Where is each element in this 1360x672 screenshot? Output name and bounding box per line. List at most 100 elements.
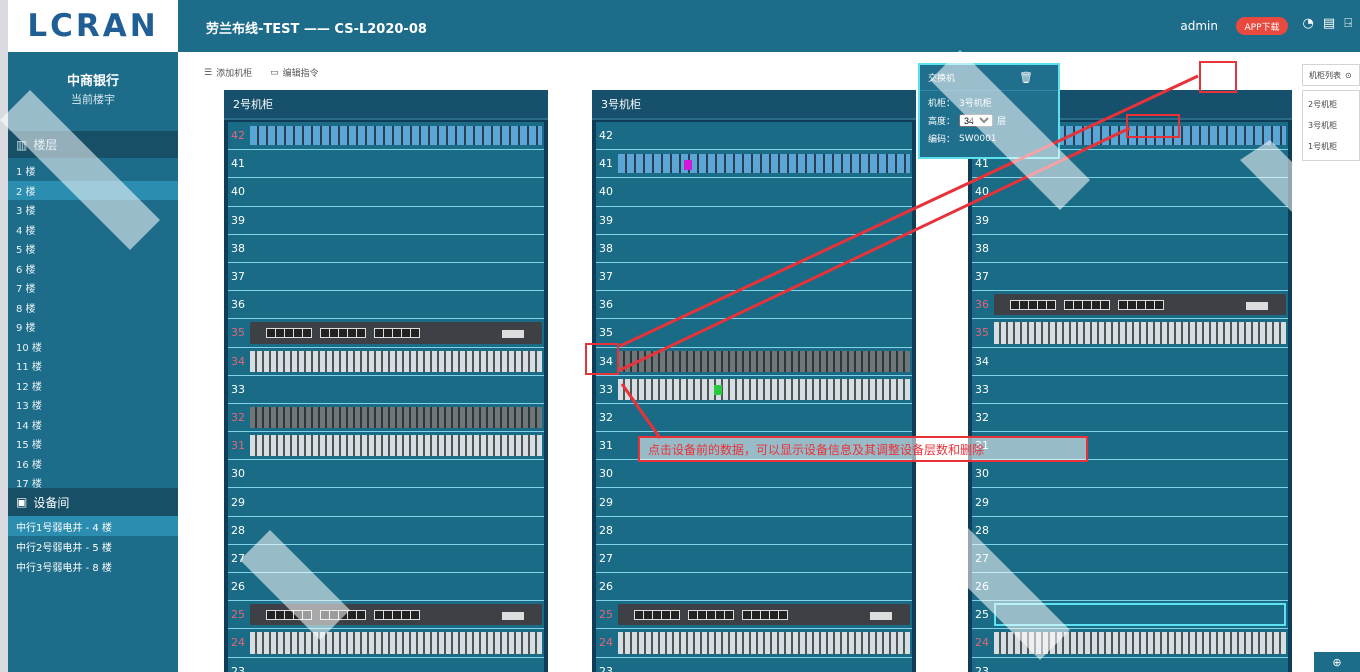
floor-item[interactable]: 15 楼	[8, 434, 178, 454]
rack-slot[interactable]: 37	[596, 262, 912, 292]
slot-number[interactable]: 40	[972, 178, 992, 205]
rack-slot[interactable]: 34	[228, 347, 544, 376]
slot-number[interactable]: 39	[228, 207, 248, 234]
rack-slot[interactable]: 28	[228, 516, 544, 545]
rack-slot[interactable]: 32	[228, 403, 544, 433]
rack-slot[interactable]: 32	[972, 403, 1288, 433]
floor-item[interactable]: 14 楼	[8, 415, 178, 435]
slot-number[interactable]: 32	[228, 404, 248, 431]
rack-slot[interactable]: 23	[228, 657, 544, 672]
slot-number[interactable]: 37	[972, 263, 992, 290]
network-device[interactable]	[618, 604, 910, 626]
rack-slot[interactable]: 30	[228, 460, 544, 489]
active-port[interactable]	[714, 384, 722, 395]
rack-slot[interactable]: 38	[972, 234, 1288, 263]
floor-item[interactable]: 5 楼	[8, 239, 178, 259]
user-name[interactable]: admin	[1180, 19, 1218, 33]
slot-number[interactable]: 34	[972, 348, 992, 375]
switch-device[interactable]	[250, 435, 542, 457]
slot-number[interactable]: 24	[596, 629, 616, 656]
slot-number[interactable]: 30	[972, 460, 992, 487]
slot-number[interactable]: 29	[228, 488, 248, 515]
rack-slot[interactable]: 32	[596, 403, 912, 433]
patch-panel[interactable]	[250, 126, 542, 146]
rack-list-item[interactable]: 3号机柜	[1308, 115, 1354, 136]
rack-slot[interactable]: 29	[596, 488, 912, 517]
slot-number[interactable]: 35	[972, 319, 992, 346]
rack-slot[interactable]: 38	[228, 234, 544, 263]
rack-slot[interactable]: 29	[228, 488, 544, 517]
document-icon[interactable]: ▤	[1323, 16, 1335, 31]
slot-number[interactable]: 23	[972, 658, 992, 672]
floor-item[interactable]: 3 楼	[8, 200, 178, 220]
rack-slot[interactable]: 42	[228, 122, 544, 151]
floor-item[interactable]: 16 楼	[8, 454, 178, 474]
floor-item[interactable]: 17 楼	[8, 473, 178, 488]
slot-number[interactable]: 29	[596, 488, 616, 515]
floor-item[interactable]: 6 楼	[8, 259, 178, 279]
switch-device[interactable]	[250, 350, 542, 372]
rack-slot[interactable]: 33	[596, 375, 912, 404]
floor-item[interactable]: 11 楼	[8, 356, 178, 376]
rack-slot[interactable]: 28	[596, 516, 912, 545]
room-item[interactable]: 中行2号弱电井 - 5 楼	[8, 536, 178, 556]
rack-slot[interactable]: 24	[972, 629, 1288, 658]
rack-slot[interactable]: 40	[972, 178, 1288, 207]
height-select[interactable]: 34	[959, 114, 994, 127]
slot-number[interactable]: 42	[228, 122, 248, 149]
rack-slot[interactable]: 41	[228, 150, 544, 179]
rack-slot[interactable]: 39	[596, 206, 912, 235]
slot-number[interactable]: 27	[972, 545, 992, 572]
slot-number[interactable]: 33	[972, 376, 992, 403]
slot-number[interactable]: 33	[228, 376, 248, 403]
slot-number[interactable]: 33	[596, 376, 616, 403]
clock-icon[interactable]: ◔	[1303, 16, 1314, 31]
slot-number[interactable]: 36	[972, 291, 992, 318]
slot-number[interactable]: 31	[228, 432, 248, 459]
logout-icon[interactable]: ⍈	[1344, 16, 1352, 31]
rack-list-header[interactable]: 机柜列表 ⊙	[1302, 64, 1360, 86]
rack-slot[interactable]: 36	[596, 291, 912, 320]
switch-device[interactable]	[618, 632, 910, 654]
room-item[interactable]: 中行3号弱电井 - 8 楼	[8, 556, 178, 576]
slot-number[interactable]: 30	[596, 460, 616, 487]
rack-slot[interactable]: 35	[228, 319, 544, 348]
rack-slot[interactable]: 26	[596, 573, 912, 602]
delete-icon[interactable]: 🗑	[1019, 71, 1033, 84]
rack-2[interactable]: 2号机柜 42 41 40 39 38 37 36 35 34 33 32 31 30 29 28 27 26 2…	[224, 90, 548, 672]
switch-device[interactable]	[994, 322, 1286, 344]
rack-slot[interactable]: 39	[228, 206, 544, 235]
slot-number[interactable]: 38	[228, 235, 248, 262]
rack-slot[interactable]: 33	[972, 375, 1288, 404]
rack-list-item[interactable]: 1号机柜	[1308, 136, 1354, 157]
slot-number[interactable]: 27	[596, 545, 616, 572]
network-device[interactable]	[250, 322, 542, 344]
floor-item[interactable]: 13 楼	[8, 395, 178, 415]
rack-slot[interactable]: 28	[972, 516, 1288, 545]
rack-slot[interactable]: 35	[596, 319, 912, 348]
brand-logo[interactable]: LCRAN	[8, 0, 178, 52]
floor-item[interactable]: 9 楼	[8, 317, 178, 337]
network-device[interactable]	[994, 294, 1286, 316]
rack-slot[interactable]: 36	[972, 291, 1288, 320]
rack-slot[interactable]: 25	[596, 601, 912, 630]
scroll-top-button[interactable]: ⊕	[1314, 652, 1360, 672]
slot-number[interactable]: 26	[228, 573, 248, 600]
slot-number[interactable]: 39	[596, 207, 616, 234]
slot-number[interactable]: 36	[228, 291, 248, 318]
rack-slot[interactable]: 40	[228, 178, 544, 207]
rack-slot[interactable]: 29	[972, 488, 1288, 517]
slot-number[interactable]: 24	[228, 629, 248, 656]
slot-number[interactable]: 38	[972, 235, 992, 262]
rack-slot[interactable]: 41	[596, 150, 912, 179]
slot-number[interactable]: 34	[228, 348, 248, 375]
rack-slot[interactable]: 33	[228, 375, 544, 404]
rack-3[interactable]: 3号机柜 42 41 40 39 38 37 36 35 34 33 32 31 30 29 28 27 26 2…	[592, 90, 916, 672]
floor-item[interactable]: 7 楼	[8, 278, 178, 298]
switch-device[interactable]	[618, 378, 910, 400]
app-download-button[interactable]: APP下载	[1236, 17, 1288, 35]
slot-number[interactable]: 37	[596, 263, 616, 290]
slot-number[interactable]: 31	[596, 432, 616, 459]
rack-slot[interactable]: 25	[972, 601, 1288, 630]
rack-slot[interactable]: 40	[596, 178, 912, 207]
